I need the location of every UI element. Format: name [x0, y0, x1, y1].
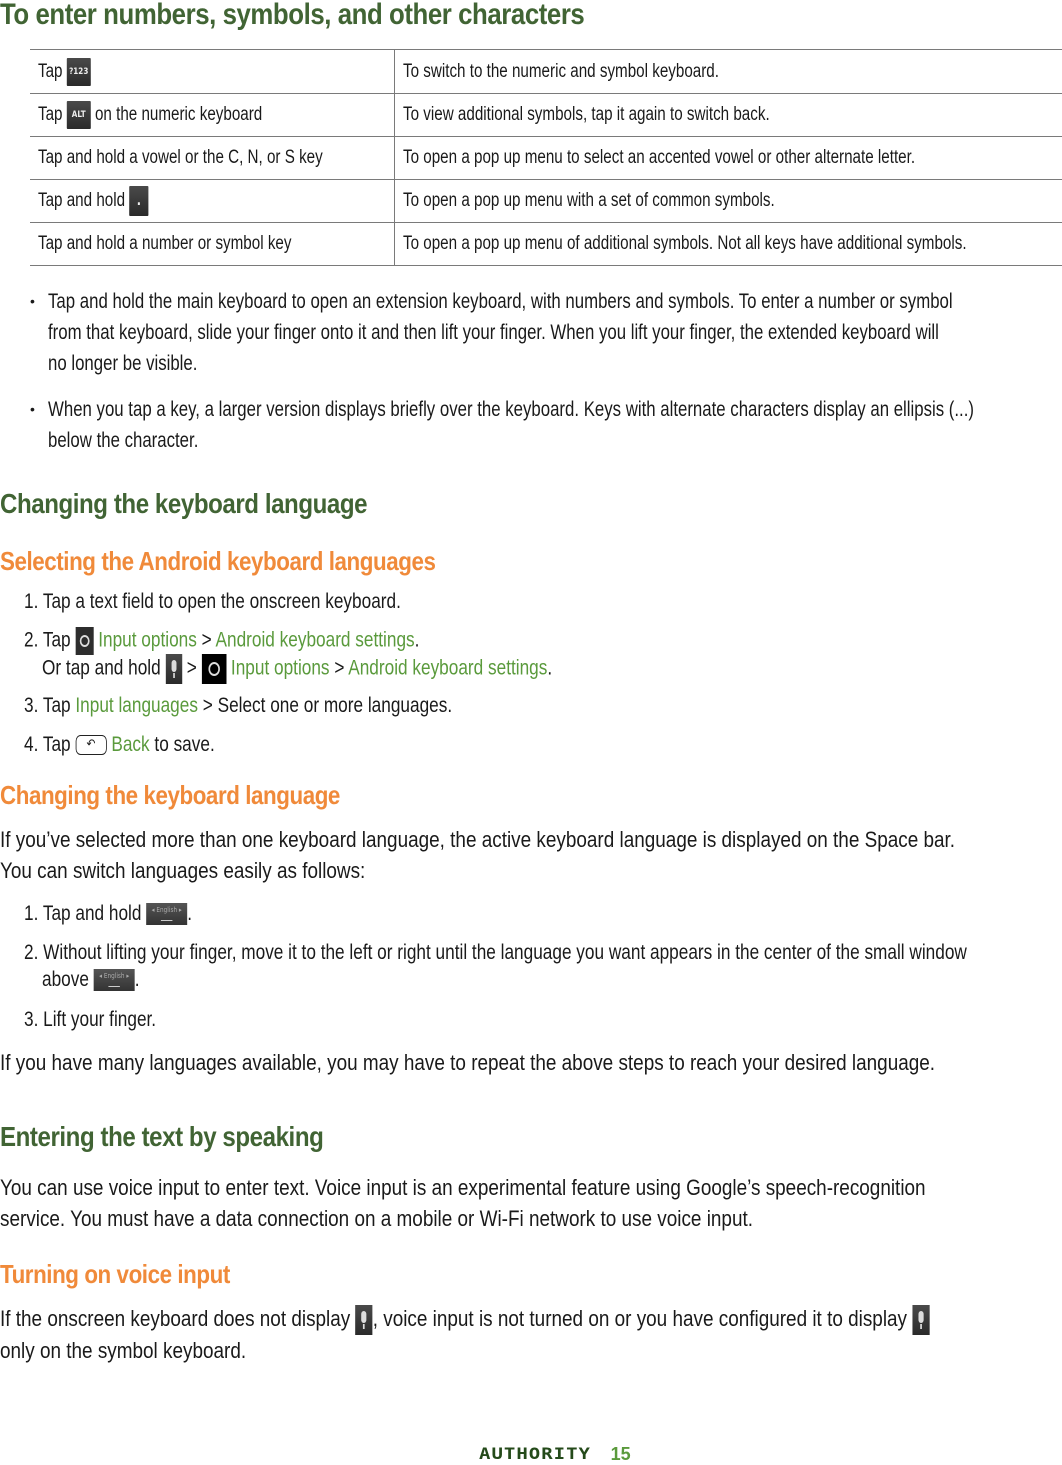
subsection-title-selecting: Selecting the Android keyboard languages: [0, 546, 436, 576]
settings-icon: [201, 654, 227, 684]
back-icon: ↶: [75, 735, 107, 756]
table-cell-result: To switch to the numeric and symbol keyb…: [394, 49, 1062, 94]
microphone-icon: [355, 1305, 373, 1336]
paragraph-language-intro: If you’ve selected more than one keyboar…: [0, 827, 956, 883]
input-options-link[interactable]: Input options: [231, 657, 330, 680]
table-row: Tap ALT on the numeric keyboard To view …: [30, 93, 1062, 137]
table-row: Tap ?123 To switch to the numeric and sy…: [30, 49, 1062, 94]
period-key-icon: .: [129, 186, 149, 216]
bullet-item: • When you tap a key, a larger version d…: [30, 394, 1062, 456]
table-row: Tap and hold a vowel or the C, N, or S k…: [30, 136, 1062, 180]
microphone-icon: [912, 1305, 930, 1336]
microphone-icon: [165, 654, 182, 684]
page-footer: AUTHORITY 15: [479, 1443, 631, 1465]
section-title-voice: Entering the text by speaking: [0, 1121, 324, 1152]
page-number: 15: [610, 1444, 631, 1464]
section-title-numbers: To enter numbers, symbols, and other cha…: [0, 0, 585, 31]
paragraph-voice-setup: If the onscreen keyboard does not displa…: [0, 1303, 1062, 1366]
table-cell-result: To view additional symbols, tap it again…: [394, 93, 1062, 137]
table-row: Tap and hold . To open a pop up menu wit…: [30, 179, 1062, 223]
table-cell-action: Tap and hold a number or symbol key: [30, 222, 395, 266]
section-title-language: Changing the keyboard language: [0, 488, 368, 519]
bullet-dot: •: [30, 401, 35, 417]
back-link[interactable]: Back: [111, 733, 149, 756]
bullet-item: • Tap and hold the main keyboard to open…: [30, 286, 1062, 379]
space-bar-language-icon: ◂ English ▸: [146, 903, 188, 926]
table-cell-action: Tap ALT on the numeric keyboard: [30, 93, 395, 137]
lang-step-2-cont: above ◂ English ▸.: [42, 968, 140, 992]
subsection-title-changing: Changing the keyboard language: [0, 780, 340, 810]
lang-step-2: 2. Without lifting your finger, move it …: [24, 941, 967, 964]
step-2: 2. Tap Input options > Android keyboard …: [24, 627, 506, 655]
numeric-key-icon: ?123: [66, 57, 91, 86]
input-languages-link[interactable]: Input languages: [75, 694, 198, 717]
subsection-title-voice: Turning on voice input: [0, 1259, 230, 1289]
android-keyboard-settings-link[interactable]: Android keyboard settings: [216, 629, 415, 652]
space-bar-language-icon: ◂ English ▸: [93, 969, 135, 992]
table-cell-action: Tap and hold .: [30, 179, 395, 223]
lang-step-3: 3. Lift your finger.: [24, 1008, 157, 1031]
settings-icon: [75, 627, 94, 655]
input-options-link[interactable]: Input options: [98, 629, 197, 652]
table-cell-action: Tap and hold a vowel or the C, N, or S k…: [30, 136, 395, 180]
table-row: Tap and hold a number or symbol key To o…: [30, 222, 1062, 266]
table-cell-result: To open a pop up menu of additional symb…: [394, 222, 1062, 266]
step-3: 3. Tap Input languages > Select one or m…: [24, 694, 453, 717]
lang-step-1: 1. Tap and hold ◂ English ▸.: [24, 902, 193, 926]
table-cell-result: To open a pop up menu to select an accen…: [394, 136, 1062, 180]
table-cell-action: Tap ?123: [30, 49, 395, 94]
bullet-dot: •: [30, 293, 35, 309]
step-4: 4. Tap ↶ Back to save.: [24, 733, 215, 756]
table-cell-result: To open a pop up menu with a set of comm…: [394, 179, 1062, 223]
step-1: 1. Tap a text field to open the onscreen…: [24, 590, 401, 613]
keyboard-shortcuts-table: Tap ?123 To switch to the numeric and sy…: [30, 49, 1062, 266]
brand-logo: AUTHORITY: [479, 1444, 591, 1464]
alt-key-icon: ALT: [66, 101, 91, 129]
step-2-alt: Or tap and hold > Input options > Androi…: [42, 654, 664, 684]
paragraph-language-note: If you have many languages available, yo…: [0, 1050, 936, 1075]
android-keyboard-settings-link[interactable]: Android keyboard settings: [348, 657, 547, 680]
paragraph-voice-intro: You can use voice input to enter text. V…: [0, 1175, 926, 1231]
